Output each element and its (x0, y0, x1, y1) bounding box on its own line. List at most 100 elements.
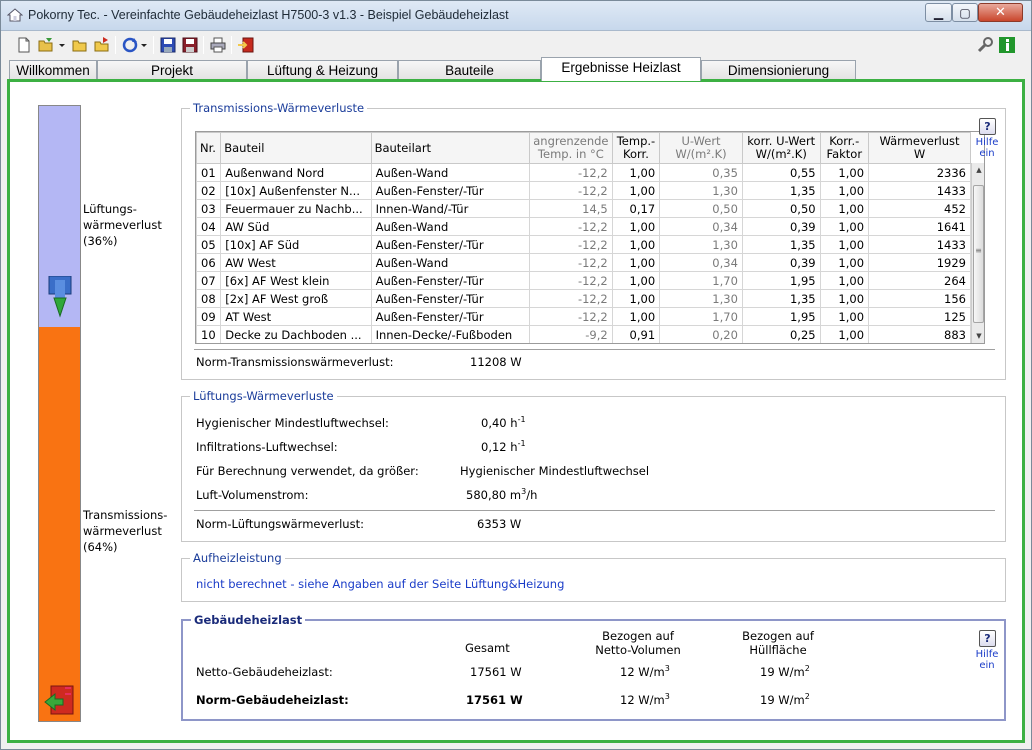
save-as-icon[interactable] (181, 36, 199, 54)
row-u-wert[interactable]: 0,35 (659, 163, 743, 182)
row-temp-korr[interactable]: 1,00 (611, 163, 661, 182)
row-korr-faktor[interactable]: 1,00 (819, 289, 870, 308)
row-adjacent-temp[interactable]: -12,2 (529, 181, 613, 200)
row-nr[interactable]: 05 (196, 235, 222, 254)
col-temp-korr[interactable]: Temp.- Korr. (611, 132, 661, 164)
row-bauteilart[interactable]: Außen-Wand (370, 163, 531, 182)
heating-up-link[interactable]: nicht berechnet (196, 577, 287, 591)
row-u-wert[interactable]: 1,70 (659, 307, 743, 326)
help-button[interactable]: ? (979, 118, 996, 135)
row-bauteilart[interactable]: Außen-Wand (370, 217, 531, 236)
row-bauteil[interactable]: AW West (220, 253, 372, 272)
row-u-wert[interactable]: 1,30 (659, 235, 743, 254)
row-temp-korr[interactable]: 1,00 (611, 181, 661, 200)
row-temp-korr[interactable]: 0,17 (611, 199, 661, 218)
row-adjacent-temp[interactable]: -9,2 (529, 325, 613, 343)
save-icon[interactable] (159, 36, 177, 54)
row-bauteil[interactable]: AW Süd (220, 217, 372, 236)
row-temp-korr[interactable]: 1,00 (611, 289, 661, 308)
col-bauteilart[interactable]: Bauteilart (370, 132, 531, 164)
row-adjacent-temp[interactable]: -12,2 (529, 289, 613, 308)
row-adjacent-temp[interactable]: 14,5 (529, 199, 613, 218)
row-korr-u-wert[interactable]: 1,35 (741, 235, 821, 254)
table-row[interactable]: 02 [10x] Außenfenster N... Außen-Fenster/-… (196, 181, 971, 200)
row-adjacent-temp[interactable]: -12,2 (529, 217, 613, 236)
row-korr-faktor[interactable]: 1,00 (819, 199, 870, 218)
row-korr-u-wert[interactable]: 0,39 (741, 253, 821, 272)
row-korr-u-wert[interactable]: 1,95 (741, 271, 821, 290)
row-korr-faktor[interactable]: 1,00 (819, 235, 870, 254)
new-document-icon[interactable] (15, 36, 33, 54)
table-row[interactable]: 06 AW West Außen-Wand -12,2 1,00 0,34 0,39 1,00… (196, 253, 971, 272)
row-korr-u-wert[interactable]: 1,35 (741, 289, 821, 308)
table-row[interactable]: 07 [6x] AF West klein Außen-Fenster/-Tür -1… (196, 271, 971, 290)
row-waermeverlust[interactable]: 883 (868, 325, 971, 343)
row-adjacent-temp[interactable]: -12,2 (529, 271, 613, 290)
row-waermeverlust[interactable]: 264 (868, 271, 971, 290)
row-bauteilart[interactable]: Außen-Fenster/-Tür (370, 235, 531, 254)
help-link[interactable]: Hilfe ein (967, 649, 1007, 671)
row-bauteil[interactable]: [2x] AF West groß (220, 289, 372, 308)
row-temp-korr[interactable]: 1,00 (611, 235, 661, 254)
row-u-wert[interactable]: 0,20 (659, 325, 743, 343)
row-temp-korr[interactable]: 1,00 (611, 253, 661, 272)
row-bauteil[interactable]: Feuermauer zu Nachb... (220, 199, 372, 218)
row-korr-faktor[interactable]: 1,00 (819, 181, 870, 200)
tab-willkommen[interactable]: Willkommen (9, 60, 97, 80)
scroll-thumb[interactable]: ≡ (973, 185, 984, 323)
close-button[interactable]: ✕ (978, 3, 1023, 22)
col-korr-u-wert[interactable]: korr. U-Wert W/(m².K) (741, 132, 821, 164)
row-bauteilart[interactable]: Außen-Wand (370, 253, 531, 272)
row-bauteilart[interactable]: Innen-Decke/-Fußboden (370, 325, 531, 343)
row-bauteil[interactable]: Decke zu Dachboden ... (220, 325, 372, 343)
row-korr-faktor[interactable]: 1,00 (819, 163, 870, 182)
row-waermeverlust[interactable]: 1433 (868, 235, 971, 254)
tab-lueftung-heizung[interactable]: Lüftung & Heizung (247, 60, 398, 80)
row-bauteil[interactable]: AT West (220, 307, 372, 326)
row-temp-korr[interactable]: 1,00 (611, 271, 661, 290)
row-waermeverlust[interactable]: 125 (868, 307, 971, 326)
row-korr-faktor[interactable]: 1,00 (819, 325, 870, 343)
row-waermeverlust[interactable]: 156 (868, 289, 971, 308)
scroll-up-icon[interactable]: ▲ (972, 163, 984, 177)
row-nr[interactable]: 08 (196, 289, 222, 308)
table-scrollbar[interactable]: ▲ ≡ ▼ (971, 163, 984, 343)
tab-ergebnisse-heizlast[interactable]: Ergebnisse Heizlast (541, 57, 701, 81)
row-u-wert[interactable]: 0,50 (659, 199, 743, 218)
table-row[interactable]: 03 Feuermauer zu Nachb... Innen-Wand/-Tür 1… (196, 199, 971, 218)
col-u-wert[interactable]: U-Wert W/(m².K) (659, 132, 743, 164)
table-row[interactable]: 10 Decke zu Dachboden ... Innen-Decke/-Fuß… (196, 325, 971, 343)
row-bauteil[interactable]: [10x] AF Süd (220, 235, 372, 254)
row-nr[interactable]: 09 (196, 307, 222, 326)
row-korr-u-wert[interactable]: 0,25 (741, 325, 821, 343)
row-waermeverlust[interactable]: 452 (868, 199, 971, 218)
row-korr-u-wert[interactable]: 0,39 (741, 217, 821, 236)
row-korr-faktor[interactable]: 1,00 (819, 271, 870, 290)
row-u-wert[interactable]: 1,30 (659, 289, 743, 308)
row-nr[interactable]: 10 (196, 325, 222, 343)
row-korr-u-wert[interactable]: 1,35 (741, 181, 821, 200)
row-bauteilart[interactable]: Außen-Fenster/-Tür (370, 307, 531, 326)
dropdown-arrow-icon[interactable] (139, 36, 149, 54)
row-adjacent-temp[interactable]: -12,2 (529, 253, 613, 272)
row-korr-u-wert[interactable]: 0,50 (741, 199, 821, 218)
table-row[interactable]: 04 AW Süd Außen-Wand -12,2 1,00 0,34 0,39 1,00 1… (196, 217, 971, 236)
row-bauteilart[interactable]: Außen-Fenster/-Tür (370, 289, 531, 308)
tab-projekt[interactable]: Projekt (97, 60, 247, 80)
row-u-wert[interactable]: 1,70 (659, 271, 743, 290)
table-row[interactable]: 05 [10x] AF Süd Außen-Fenster/-Tür -12,2 1,0… (196, 235, 971, 254)
row-korr-u-wert[interactable]: 0,55 (741, 163, 821, 182)
row-nr[interactable]: 02 (196, 181, 222, 200)
row-bauteil[interactable]: [6x] AF West klein (220, 271, 372, 290)
row-korr-faktor[interactable]: 1,00 (819, 307, 870, 326)
row-waermeverlust[interactable]: 1433 (868, 181, 971, 200)
maximize-button[interactable]: ▢ (952, 3, 978, 22)
minimize-button[interactable]: ▁ (925, 3, 952, 22)
row-nr[interactable]: 07 (196, 271, 222, 290)
row-temp-korr[interactable]: 0,91 (611, 325, 661, 343)
open-recent-icon[interactable] (37, 36, 55, 54)
col-adjacent-temp[interactable]: angrenzende Temp. in °C (529, 132, 613, 164)
row-adjacent-temp[interactable]: -12,2 (529, 163, 613, 182)
row-u-wert[interactable]: 1,30 (659, 181, 743, 200)
print-icon[interactable] (209, 36, 227, 54)
